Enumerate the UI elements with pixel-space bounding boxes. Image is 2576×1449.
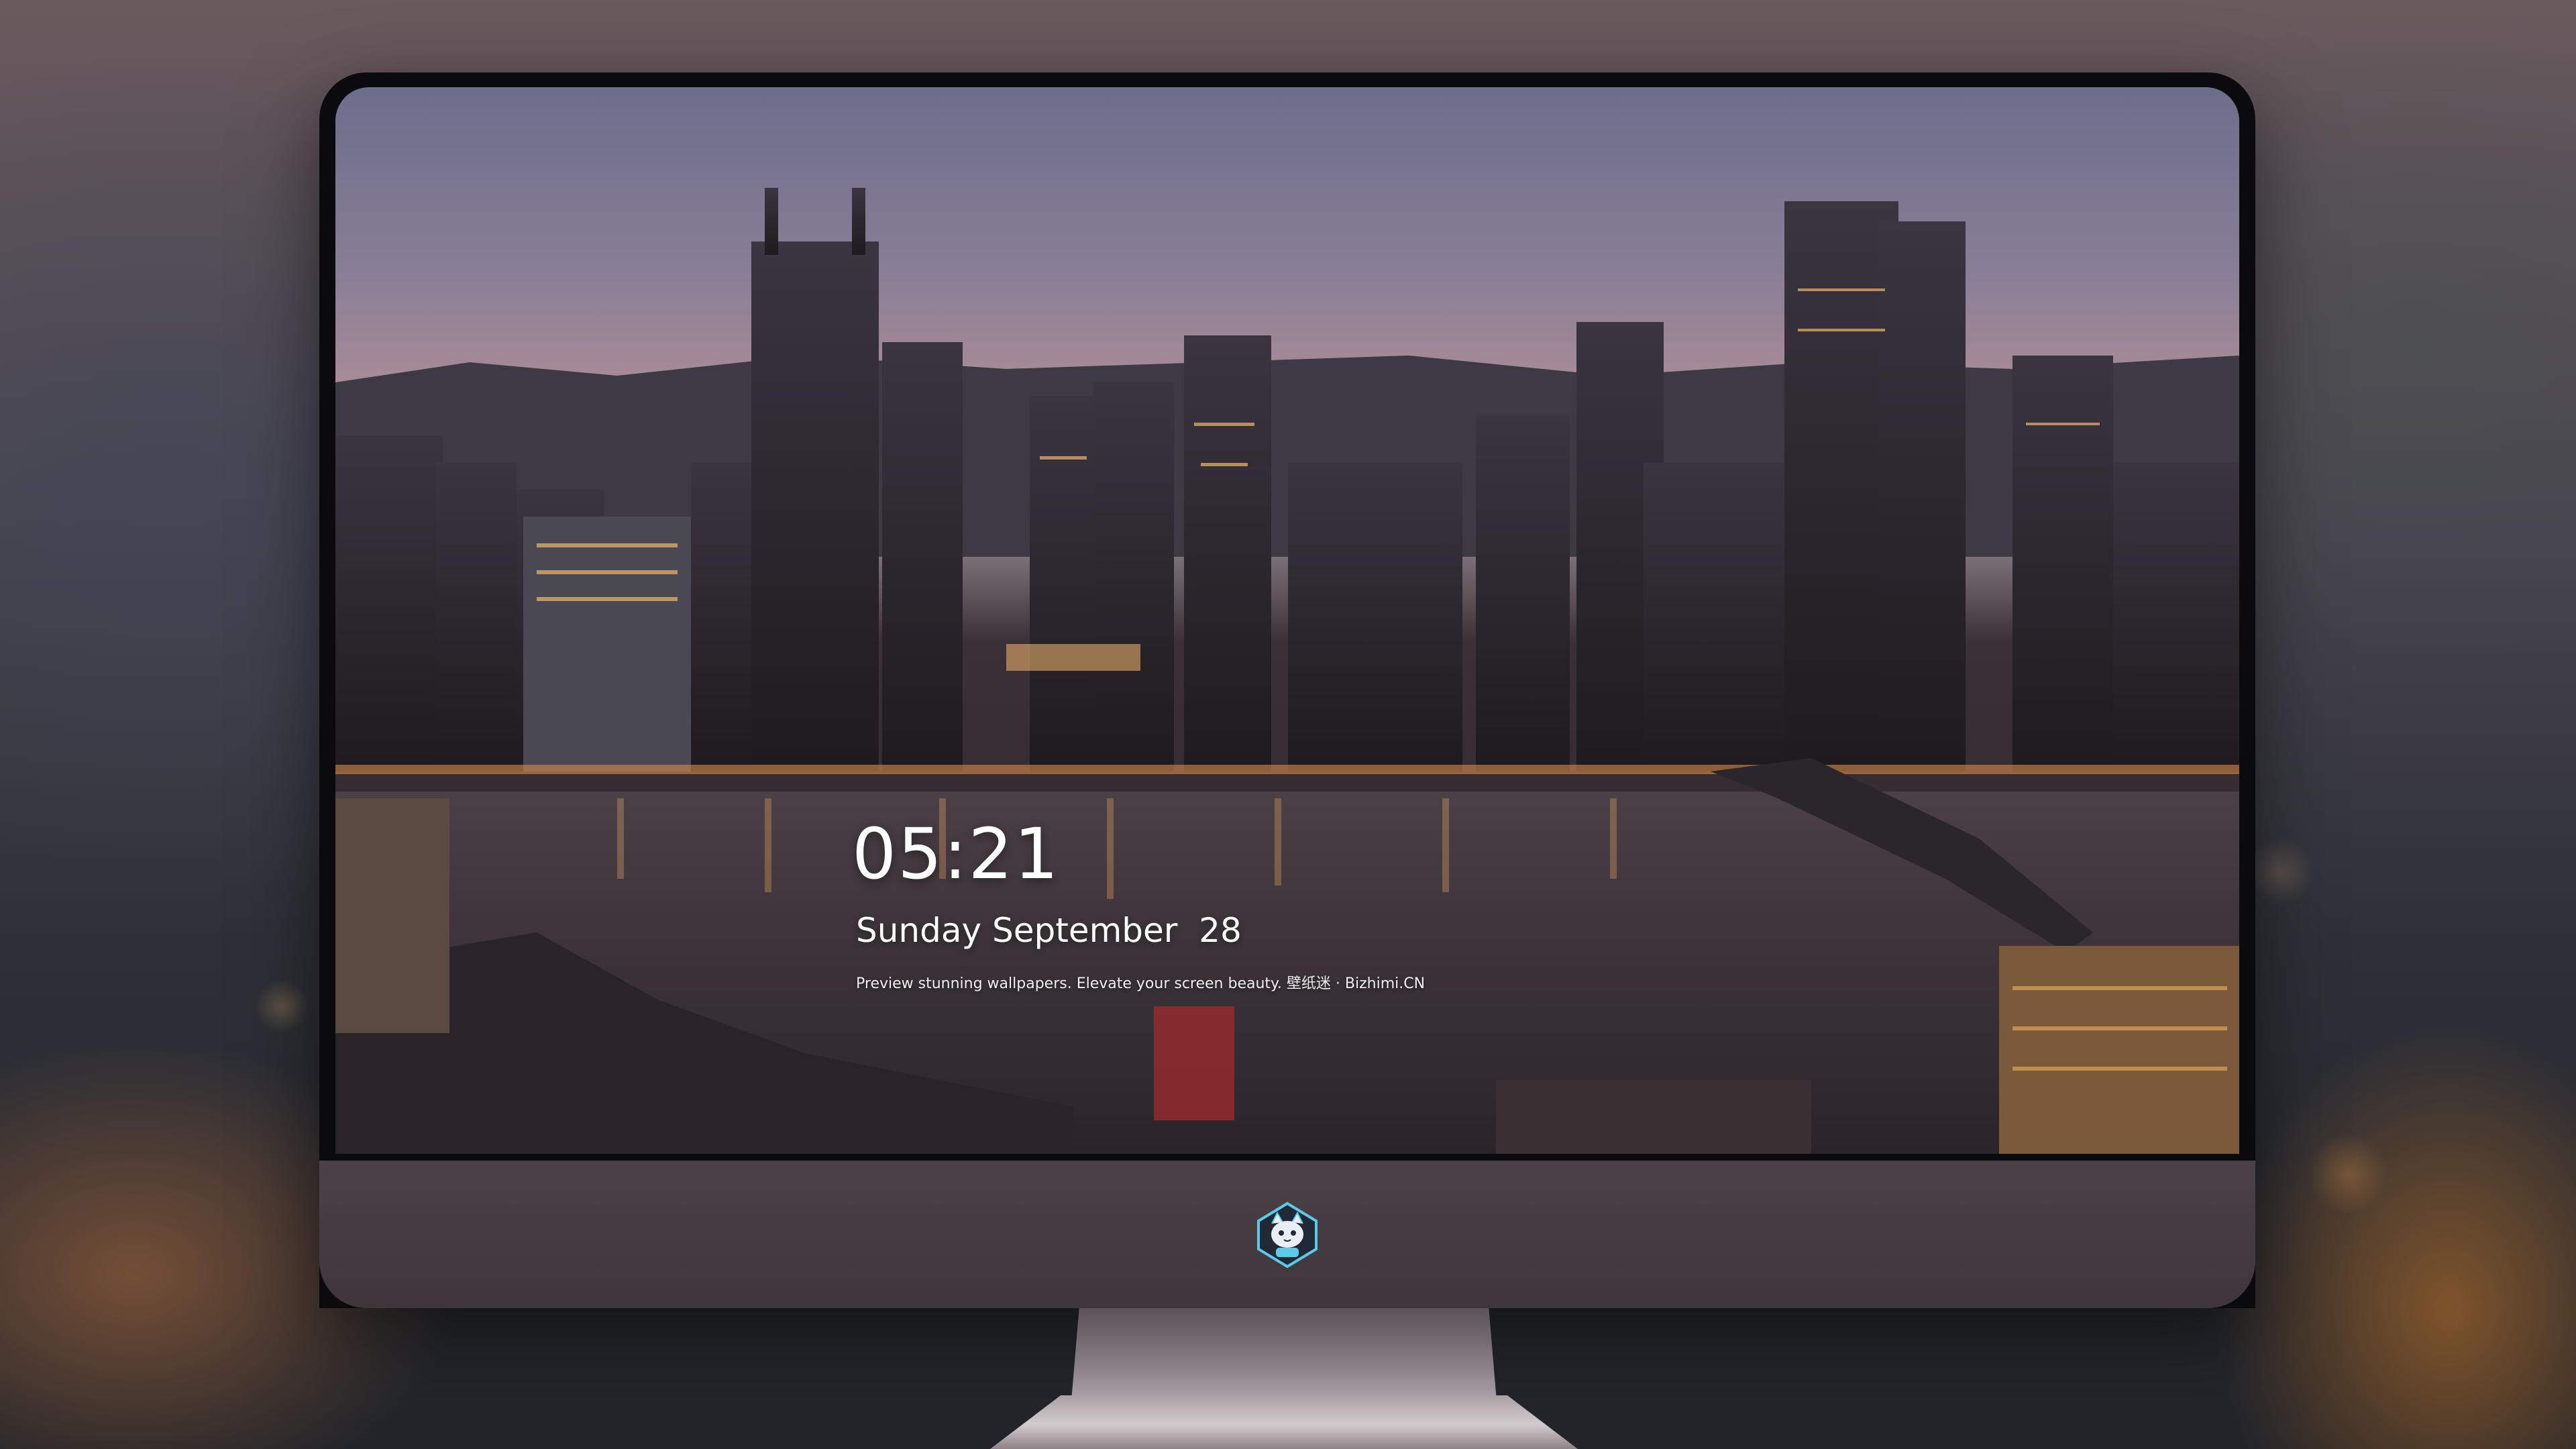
city-wallpaper <box>335 188 2239 1154</box>
lock-screen-date: Sunday September 28 <box>856 911 1242 950</box>
lock-screen-clock: 05:21 <box>852 813 1060 895</box>
cat-mascot-logo-icon <box>1257 1201 1318 1269</box>
screen: 05:21 Sunday September 28 Preview stunni… <box>335 87 2239 1154</box>
monitor-stand-neck <box>1071 1308 1497 1409</box>
lock-screen-tagline: Preview stunning wallpapers. Elevate you… <box>856 975 1426 992</box>
monitor-stand-base <box>990 1395 1578 1449</box>
